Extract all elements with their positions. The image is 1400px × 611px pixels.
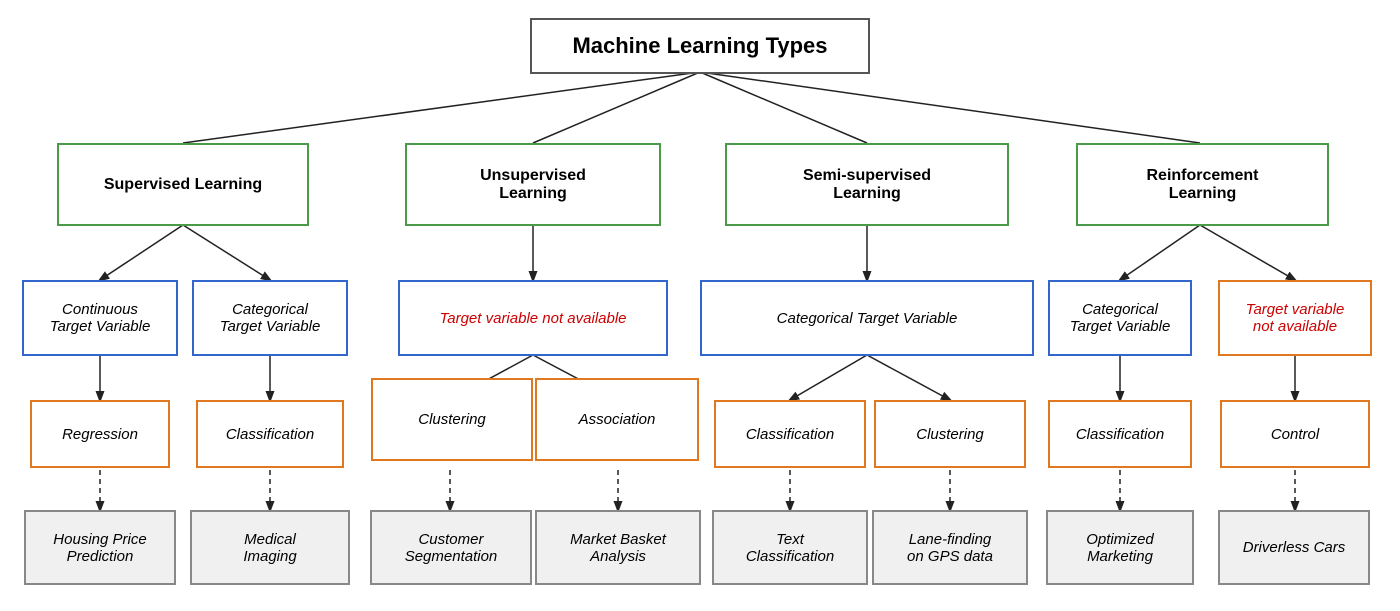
medical-label: MedicalImaging — [243, 531, 296, 565]
target-not-avail-reinf-label: Target variablenot available — [1246, 301, 1345, 335]
classification-sup-node: Classification — [196, 400, 344, 468]
reinforcement-node: Reinforcement Learning — [1076, 143, 1329, 226]
target-not-avail-label: Target variable not available — [439, 310, 626, 327]
medical-node: MedicalImaging — [190, 510, 350, 585]
association-node: Association — [535, 378, 699, 461]
continuous-label: ContinuousTarget Variable — [50, 301, 151, 335]
categorical-reinf-node: CategoricalTarget Variable — [1048, 280, 1192, 356]
customer-seg-label: CustomerSegmentation — [405, 531, 498, 565]
driverless-label: Driverless Cars — [1243, 539, 1346, 556]
continuous-node: ContinuousTarget Variable — [22, 280, 178, 356]
root-label: Machine Learning Types — [572, 33, 827, 59]
market-basket-node: Market BasketAnalysis — [535, 510, 701, 585]
target-not-avail-reinf-node: Target variablenot available — [1218, 280, 1372, 356]
control-label: Control — [1271, 426, 1319, 443]
clustering-semi-node: Clustering — [874, 400, 1026, 468]
categorical-reinf-label: CategoricalTarget Variable — [1070, 301, 1171, 335]
categorical-semi-label: Categorical Target Variable — [777, 310, 958, 327]
categorical-sup-label: CategoricalTarget Variable — [220, 301, 321, 335]
regression-node: Regression — [30, 400, 170, 468]
opt-marketing-label: OptimizedMarketing — [1086, 531, 1154, 565]
housing-node: Housing PricePrediction — [24, 510, 176, 585]
classification-reinf-label: Classification — [1076, 426, 1164, 443]
unsupervised-label: Unsupervised Learning — [480, 167, 586, 203]
target-not-avail-node: Target variable not available — [398, 280, 668, 356]
semi-label: Semi-supervisedLearning — [803, 167, 931, 203]
categorical-semi-node: Categorical Target Variable — [700, 280, 1034, 356]
diagram: Machine Learning Types Supervised Learni… — [0, 0, 1400, 611]
reinforcement-label: Reinforcement Learning — [1146, 167, 1258, 203]
customer-seg-node: CustomerSegmentation — [370, 510, 532, 585]
text-class-label: TextClassification — [746, 531, 834, 565]
semi-node: Semi-supervisedLearning — [725, 143, 1009, 226]
opt-marketing-node: OptimizedMarketing — [1046, 510, 1194, 585]
driverless-node: Driverless Cars — [1218, 510, 1370, 585]
supervised-node: Supervised Learning — [57, 143, 309, 226]
market-basket-label: Market BasketAnalysis — [570, 531, 666, 565]
control-node: Control — [1220, 400, 1370, 468]
clustering-semi-label: Clustering — [916, 426, 984, 443]
housing-label: Housing PricePrediction — [53, 531, 146, 565]
classification-reinf-node: Classification — [1048, 400, 1192, 468]
lane-finding-label: Lane-findingon GPS data — [907, 531, 993, 565]
supervised-label: Supervised Learning — [104, 176, 262, 194]
lane-finding-node: Lane-findingon GPS data — [872, 510, 1028, 585]
classification-sup-label: Classification — [226, 426, 314, 443]
root-node: Machine Learning Types — [530, 18, 870, 74]
text-class-node: TextClassification — [712, 510, 868, 585]
association-label: Association — [579, 411, 656, 428]
classification-semi-label: Classification — [746, 426, 834, 443]
unsupervised-node: Unsupervised Learning — [405, 143, 661, 226]
classification-semi-node: Classification — [714, 400, 866, 468]
categorical-sup-node: CategoricalTarget Variable — [192, 280, 348, 356]
clustering-unsup-label: Clustering — [418, 411, 486, 428]
clustering-unsup-node: Clustering — [371, 378, 533, 461]
regression-label: Regression — [62, 426, 138, 443]
